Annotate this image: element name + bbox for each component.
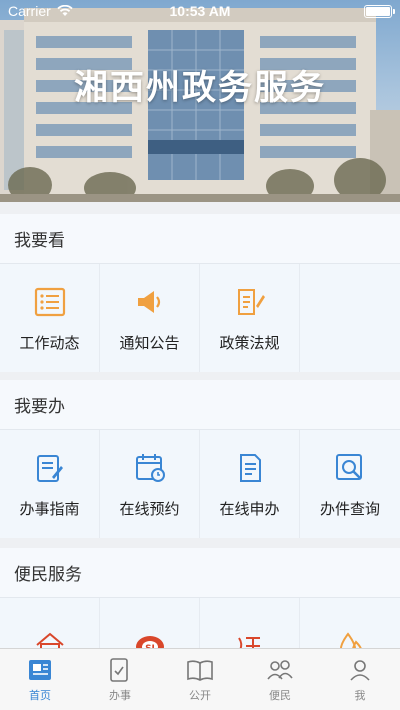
tab-label: 办事 [109, 689, 131, 702]
person-icon [345, 656, 375, 684]
document-edit-icon [232, 284, 268, 320]
tab-me[interactable]: 我 [320, 649, 400, 710]
tab-home[interactable]: 首页 [0, 649, 80, 710]
grid-item-guide[interactable]: 办事指南 [0, 430, 100, 538]
grid-item-booking[interactable]: 在线预约 [100, 430, 200, 538]
grid-item-work-news[interactable]: 工作动态 [0, 264, 100, 372]
status-bar: Carrier 10:53 AM [0, 0, 400, 22]
grid-item-online-apply[interactable]: 在线申办 [200, 430, 300, 538]
grid-item-label: 在线预约 [119, 499, 180, 518]
home-news-icon [25, 656, 55, 684]
grid-item-label: 政策法规 [219, 333, 280, 352]
search-doc-icon [332, 450, 368, 486]
carrier-label: Carrier [8, 3, 51, 19]
section-title: 我要办 [0, 380, 400, 430]
grid-item-policies[interactable]: 政策法规 [200, 264, 300, 372]
grid-item-label: 在线申办 [219, 499, 280, 518]
grid-item-label: 办事指南 [19, 499, 80, 518]
tab-label: 我 [354, 689, 366, 702]
tab-public[interactable]: 公开 [160, 649, 240, 710]
battery-icon [364, 4, 395, 18]
checklist-icon [105, 656, 135, 684]
clipboard-pen-icon [32, 450, 68, 486]
section-title: 我要看 [0, 214, 400, 264]
section-view: 我要看 工作动态 通知公告 政策法规 [0, 214, 400, 372]
grid-item-empty [300, 264, 400, 372]
grid-item-label: 通知公告 [119, 333, 180, 352]
banner-title: 湘西州政务服务 [74, 68, 326, 108]
grid-item-announcements[interactable]: 通知公告 [100, 264, 200, 372]
section-apply: 我要办 办事指南 在线预约 在线申办 办件查询 [0, 380, 400, 538]
book-icon [185, 656, 215, 684]
section-convenience: 便民服务 ¥ SI [0, 548, 400, 658]
tab-label: 便民 [269, 689, 291, 702]
list-icon [32, 284, 68, 320]
tab-label: 首页 [29, 689, 51, 702]
tab-convenience[interactable]: 便民 [240, 649, 320, 710]
megaphone-icon [132, 284, 168, 320]
header-banner: 湘西州政务服务 [0, 0, 400, 202]
application-doc-icon [232, 450, 268, 486]
tab-label: 公开 [189, 689, 211, 702]
grid-item-status-query[interactable]: 办件查询 [300, 430, 400, 538]
grid-item-label: 办件查询 [319, 499, 380, 518]
section-title: 便民服务 [0, 548, 400, 598]
tab-affairs[interactable]: 办事 [80, 649, 160, 710]
calendar-clock-icon [132, 450, 168, 486]
tab-bar: 首页 办事 公开 便民 我 [0, 648, 400, 710]
wifi-icon [57, 5, 73, 16]
grid-item-label: 工作动态 [19, 333, 80, 352]
people-icon [265, 656, 295, 684]
